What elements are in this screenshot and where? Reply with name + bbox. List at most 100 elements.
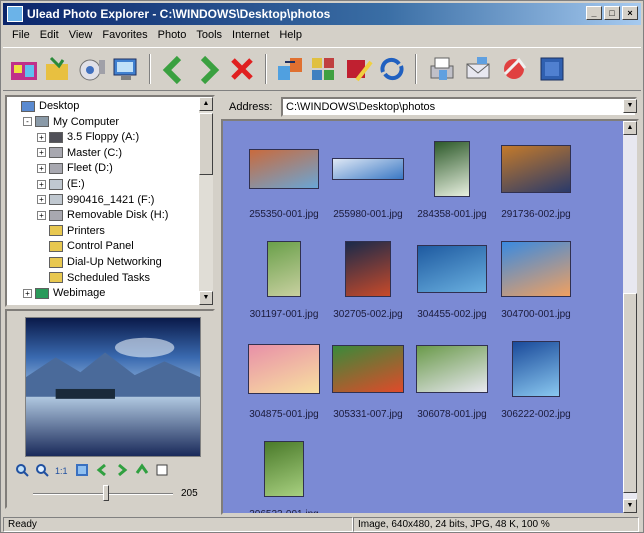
- menu-photo[interactable]: Photo: [153, 27, 192, 45]
- tree-expander-icon[interactable]: +: [37, 132, 46, 142]
- fit-icon[interactable]: [75, 463, 89, 477]
- tree-item[interactable]: + Fleet (D:): [37, 161, 113, 175]
- email-icon[interactable]: [463, 54, 493, 84]
- menu-view[interactable]: View: [64, 27, 98, 45]
- tree-item[interactable]: Desktop: [9, 99, 79, 113]
- toolbar: [3, 47, 641, 91]
- tree-item[interactable]: + Removable Disk (H:): [37, 208, 168, 222]
- actual-size-icon[interactable]: 1:1: [55, 463, 69, 477]
- tree-item[interactable]: Dial-Up Networking: [37, 255, 162, 269]
- tree-item-label: My Computer: [53, 115, 120, 128]
- thumbnail-item[interactable]: 291736-002.jpg: [491, 127, 581, 220]
- thumbnail-image[interactable]: [512, 341, 560, 397]
- convert-icon[interactable]: [275, 54, 305, 84]
- tree-item[interactable]: Control Panel: [37, 239, 134, 253]
- folder-tree[interactable]: Desktop - My Computer +3.5 Floppy (A:) + Mast…: [5, 95, 215, 307]
- folder-icon: [49, 256, 63, 268]
- menu-edit[interactable]: Edit: [35, 27, 64, 45]
- rotate-right-icon[interactable]: [193, 54, 223, 84]
- edit-icon[interactable]: [343, 54, 373, 84]
- open-icon[interactable]: [43, 54, 73, 84]
- rotate-right-icon[interactable]: [115, 463, 129, 477]
- menu-file[interactable]: File: [7, 27, 35, 45]
- delete-icon[interactable]: [227, 54, 257, 84]
- slideshow-icon[interactable]: [111, 54, 141, 84]
- thumbnail-image[interactable]: [345, 241, 391, 297]
- rotate-left-icon[interactable]: [95, 463, 109, 477]
- thumbnail-item[interactable]: 306078-001.jpg: [407, 327, 497, 420]
- close-button[interactable]: ×: [622, 6, 638, 20]
- zoom-in-icon[interactable]: [15, 463, 29, 477]
- tree-expander-icon[interactable]: +: [37, 210, 46, 220]
- thumbnail-image[interactable]: [417, 245, 487, 293]
- tree-item[interactable]: Printers: [37, 224, 105, 238]
- tree-expander-icon[interactable]: +: [23, 288, 32, 298]
- app-icon[interactable]: [7, 6, 23, 22]
- address-dropdown-button[interactable]: ▼: [623, 99, 637, 113]
- flip-icon[interactable]: [135, 463, 149, 477]
- scroll-thumb[interactable]: [199, 113, 213, 175]
- tree-expander-icon[interactable]: +: [37, 148, 46, 158]
- scroll-down-arrow[interactable]: ▼: [623, 499, 637, 513]
- scan-icon[interactable]: [77, 54, 107, 84]
- tree-item[interactable]: +3.5 Floppy (A:): [37, 130, 139, 144]
- thumbnail-image[interactable]: [332, 158, 404, 180]
- thumbnail-item[interactable]: 255350-001.jpg: [239, 127, 329, 220]
- tree-expander-icon[interactable]: +: [37, 195, 46, 205]
- tree-expander-icon[interactable]: +: [37, 163, 46, 173]
- thumbnail-image[interactable]: [416, 345, 488, 393]
- thumbnail-item[interactable]: 302705-002.jpg: [323, 227, 413, 320]
- acquire-icon[interactable]: [9, 54, 39, 84]
- thumbnail-item[interactable]: 304455-002.jpg: [407, 227, 497, 320]
- thumbnail-image[interactable]: [332, 345, 404, 393]
- tree-item[interactable]: + (E:): [37, 177, 85, 191]
- menu-help[interactable]: Help: [274, 27, 307, 45]
- tree-scrollbar[interactable]: ▲ ▼: [199, 97, 213, 305]
- zoom-out-icon[interactable]: [35, 463, 49, 477]
- tree-expander-icon[interactable]: -: [23, 117, 32, 127]
- refresh-icon[interactable]: [377, 54, 407, 84]
- thumbnail-scrollbar[interactable]: ▲ ▼: [623, 121, 637, 513]
- menu-tools[interactable]: Tools: [191, 27, 227, 45]
- title-bar[interactable]: Ulead Photo Explorer - C:\WINDOWS\Deskto…: [3, 3, 641, 25]
- menu-internet[interactable]: Internet: [227, 27, 274, 45]
- status-text: Ready: [3, 517, 353, 532]
- thumbnail-item[interactable]: 304700-001.jpg: [491, 227, 581, 320]
- zoom-slider-thumb[interactable]: [102, 485, 109, 501]
- address-input[interactable]: [281, 97, 637, 117]
- web-icon[interactable]: [499, 54, 529, 84]
- minimize-button[interactable]: _: [586, 6, 602, 20]
- scroll-thumb[interactable]: [623, 293, 637, 493]
- thumbnail-item[interactable]: 301197-001.jpg: [239, 227, 329, 320]
- tree-item[interactable]: - My Computer: [23, 115, 119, 129]
- thumbnail-image[interactable]: [264, 441, 304, 497]
- thumbnail-item[interactable]: 306523-001.jpg: [239, 427, 329, 513]
- thumbnail-image[interactable]: [434, 141, 470, 197]
- tree-item[interactable]: +990416_1421 (F:): [37, 193, 154, 207]
- thumbnail-view[interactable]: 255350-001.jpg 255980-001.jpg 284358-001.j…: [221, 119, 639, 515]
- scroll-up-arrow[interactable]: ▲: [623, 121, 637, 135]
- thumbnail-image[interactable]: [267, 241, 301, 297]
- rotate-left-icon[interactable]: [159, 54, 189, 84]
- thumbnail-image[interactable]: [501, 241, 571, 297]
- scroll-down-arrow[interactable]: ▼: [199, 291, 213, 305]
- tree-item[interactable]: Scheduled Tasks: [37, 271, 150, 285]
- thumbnail-item[interactable]: 305331-007.jpg: [323, 327, 413, 420]
- thumbnail-image[interactable]: [501, 145, 571, 193]
- tree-item[interactable]: + Webimage: [23, 286, 105, 300]
- scroll-up-arrow[interactable]: ▲: [199, 97, 213, 111]
- maximize-button[interactable]: □: [604, 6, 620, 20]
- tree-expander-icon[interactable]: +: [37, 179, 46, 189]
- print-icon[interactable]: [427, 54, 457, 84]
- thumbnail-image[interactable]: [248, 344, 320, 394]
- tree-item[interactable]: + Master (C:): [37, 146, 122, 160]
- thumbnail-item[interactable]: 255980-001.jpg: [323, 127, 413, 220]
- thumbnail-image[interactable]: [249, 149, 319, 189]
- thumbnail-item[interactable]: 304875-001.jpg: [239, 327, 329, 420]
- menu-favorites[interactable]: Favorites: [97, 27, 152, 45]
- thumbnail-item[interactable]: 306222-002.jpg: [491, 327, 581, 420]
- exit-icon[interactable]: [537, 54, 567, 84]
- catalog-icon[interactable]: [309, 54, 339, 84]
- thumbnail-item[interactable]: 284358-001.jpg: [407, 127, 497, 220]
- fullscreen-icon[interactable]: [155, 463, 169, 477]
